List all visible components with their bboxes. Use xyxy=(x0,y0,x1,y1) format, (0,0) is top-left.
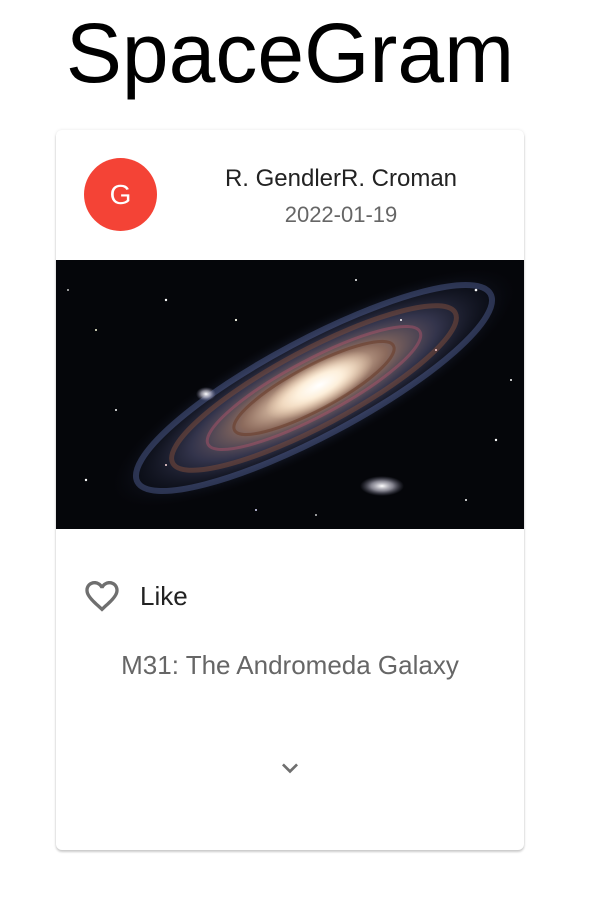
post-author: R. GendlerR. Croman xyxy=(224,165,458,192)
heart-outline-icon xyxy=(85,581,119,612)
expand-button[interactable] xyxy=(274,752,306,784)
like-button[interactable]: Like xyxy=(80,576,188,616)
post-date: 2022-01-19 xyxy=(284,202,398,227)
galaxy-image xyxy=(56,260,524,529)
post-header: G R. GendlerR. Croman 2022-01-19 xyxy=(56,130,524,260)
post-image xyxy=(56,260,524,529)
chevron-down-icon xyxy=(282,763,298,774)
avatar: G xyxy=(84,158,157,231)
post-caption: M31: The Andromeda Galaxy xyxy=(121,650,459,680)
post-card: G R. GendlerR. Croman 2022-01-19 Like M3… xyxy=(56,130,524,850)
post-header-text: R. GendlerR. Croman 2022-01-19 xyxy=(176,164,506,230)
app-title: SpaceGram xyxy=(65,6,515,100)
post-actions: Like xyxy=(56,570,524,620)
avatar-letter: G xyxy=(109,178,132,210)
like-label: Like xyxy=(140,580,188,611)
